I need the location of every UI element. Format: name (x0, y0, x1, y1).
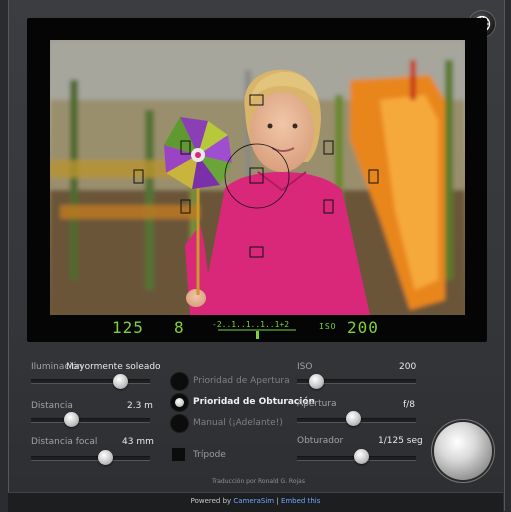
distance-slider-knob[interactable] (63, 412, 79, 427)
focal-length-value: 43 mm (122, 437, 154, 447)
aperture-slider-knob[interactable] (345, 411, 361, 426)
iso-value: 200 (399, 362, 417, 372)
tripod-checkbox[interactable] (172, 448, 185, 461)
manual-radio[interactable] (171, 415, 188, 432)
tripod-label[interactable]: Trípode (193, 450, 226, 460)
shutter-release-button[interactable] (434, 422, 492, 480)
shutter-priority-radio[interactable] (171, 394, 188, 411)
shutter-label: Obturador (297, 436, 344, 446)
embed-link[interactable]: Embed this (281, 497, 320, 505)
viewfinder-photo (50, 40, 465, 315)
aperture-readout: 8 (174, 318, 185, 337)
aperture-label: Apertura (297, 399, 337, 409)
exposure-meter-scale: -2..1..1..1..1+2 (212, 320, 289, 329)
aperture-value: f/8 (403, 400, 415, 410)
iso-readout: 200 (347, 318, 379, 337)
camerasim-link[interactable]: CameraSim (233, 497, 274, 505)
footer-separator: | (276, 497, 279, 505)
footer: Powered by CameraSim | Embed this (8, 492, 503, 512)
shutter-value: 1/125 seg (378, 436, 423, 446)
focal-length-slider-track[interactable] (31, 456, 150, 461)
translation-credit: Traducción por Ronald G. Rojas (212, 478, 305, 485)
footer-text: Powered by CameraSim | Embed this (8, 497, 503, 505)
distance-label: Distancia (31, 401, 73, 411)
powered-by-text: Powered by (190, 497, 232, 505)
iso-label: ISO (297, 362, 313, 372)
distance-value: 2.3 m (127, 401, 153, 411)
lighting-slider-knob[interactable] (112, 374, 128, 389)
aperture-priority-radio[interactable] (171, 373, 188, 390)
exposure-meter: -2..1..1..1..1+2 (212, 320, 296, 339)
lighting-value: Mayormente soleado (66, 362, 161, 372)
focal-length-label: Distancia focal (31, 437, 98, 447)
manual-label[interactable]: Manual (¡Adelante!) (193, 418, 283, 428)
iso-readout-label: ISO (319, 322, 337, 331)
aperture-priority-label[interactable]: Prioridad de Apertura (193, 376, 290, 386)
shutter-readout: 125 (112, 318, 144, 337)
distance-slider-track[interactable] (31, 418, 150, 423)
lighting-slider-track[interactable] (31, 379, 150, 384)
